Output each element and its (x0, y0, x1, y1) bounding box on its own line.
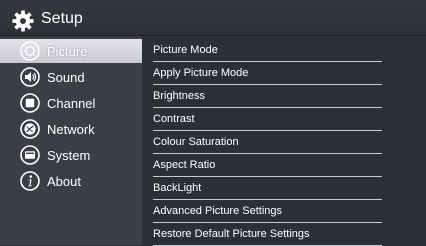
menu-item-contrast[interactable]: Contrast (153, 108, 382, 131)
sidebar-item-label: About (47, 174, 81, 189)
menu-item-label: Restore Default Picture Settings (153, 228, 310, 240)
picture-menu: Picture Mode Apply Picture Mode Brightne… (142, 36, 426, 246)
sidebar-item-picture[interactable]: Picture (0, 39, 142, 63)
menu-item-picture-mode[interactable]: Picture Mode (153, 39, 382, 62)
system-icon (20, 145, 40, 165)
menu-item-label: Picture Mode (153, 44, 218, 56)
menu-item-label: BackLight (153, 182, 202, 194)
network-icon (20, 119, 40, 139)
sidebar-item-label: Sound (47, 70, 85, 85)
sidebar-item-about[interactable]: About (0, 169, 142, 193)
header-bar: Setup (0, 0, 426, 36)
menu-item-brightness[interactable]: Brightness (153, 85, 382, 108)
menu-item-label: Colour Saturation (153, 136, 239, 148)
menu-item-backlight[interactable]: BackLight (153, 177, 382, 200)
info-icon (20, 171, 40, 191)
sidebar-item-channel[interactable]: Channel (0, 91, 142, 115)
menu-item-restore-default-picture-settings[interactable]: Restore Default Picture Settings (153, 223, 382, 246)
sidebar-item-network[interactable]: Network (0, 117, 142, 141)
sidebar-item-sound[interactable]: Sound (0, 65, 142, 89)
menu-item-apply-picture-mode[interactable]: Apply Picture Mode (153, 62, 382, 85)
menu-item-colour-saturation[interactable]: Colour Saturation (153, 131, 382, 154)
gear-icon (12, 10, 34, 32)
menu-item-label: Aspect Ratio (153, 159, 216, 171)
sidebar-item-label: Picture (47, 44, 88, 59)
sidebar-item-label: Channel (47, 96, 96, 111)
sidebar-item-system[interactable]: System (0, 143, 142, 167)
menu-item-advanced-picture-settings[interactable]: Advanced Picture Settings (153, 200, 382, 223)
speaker-icon (20, 67, 40, 87)
sidebar-item-label: Network (47, 122, 95, 137)
sidebar: Picture Sound Channel Network System Abo… (0, 36, 142, 245)
channel-icon (20, 93, 40, 113)
menu-item-label: Apply Picture Mode (153, 67, 249, 79)
picture-icon (20, 41, 40, 61)
menu-item-label: Advanced Picture Settings (153, 205, 283, 217)
page-title: Setup (41, 10, 83, 27)
sidebar-item-label: System (47, 148, 91, 163)
menu-item-label: Contrast (153, 113, 195, 125)
menu-item-aspect-ratio[interactable]: Aspect Ratio (153, 154, 382, 177)
menu-item-label: Brightness (153, 90, 205, 102)
